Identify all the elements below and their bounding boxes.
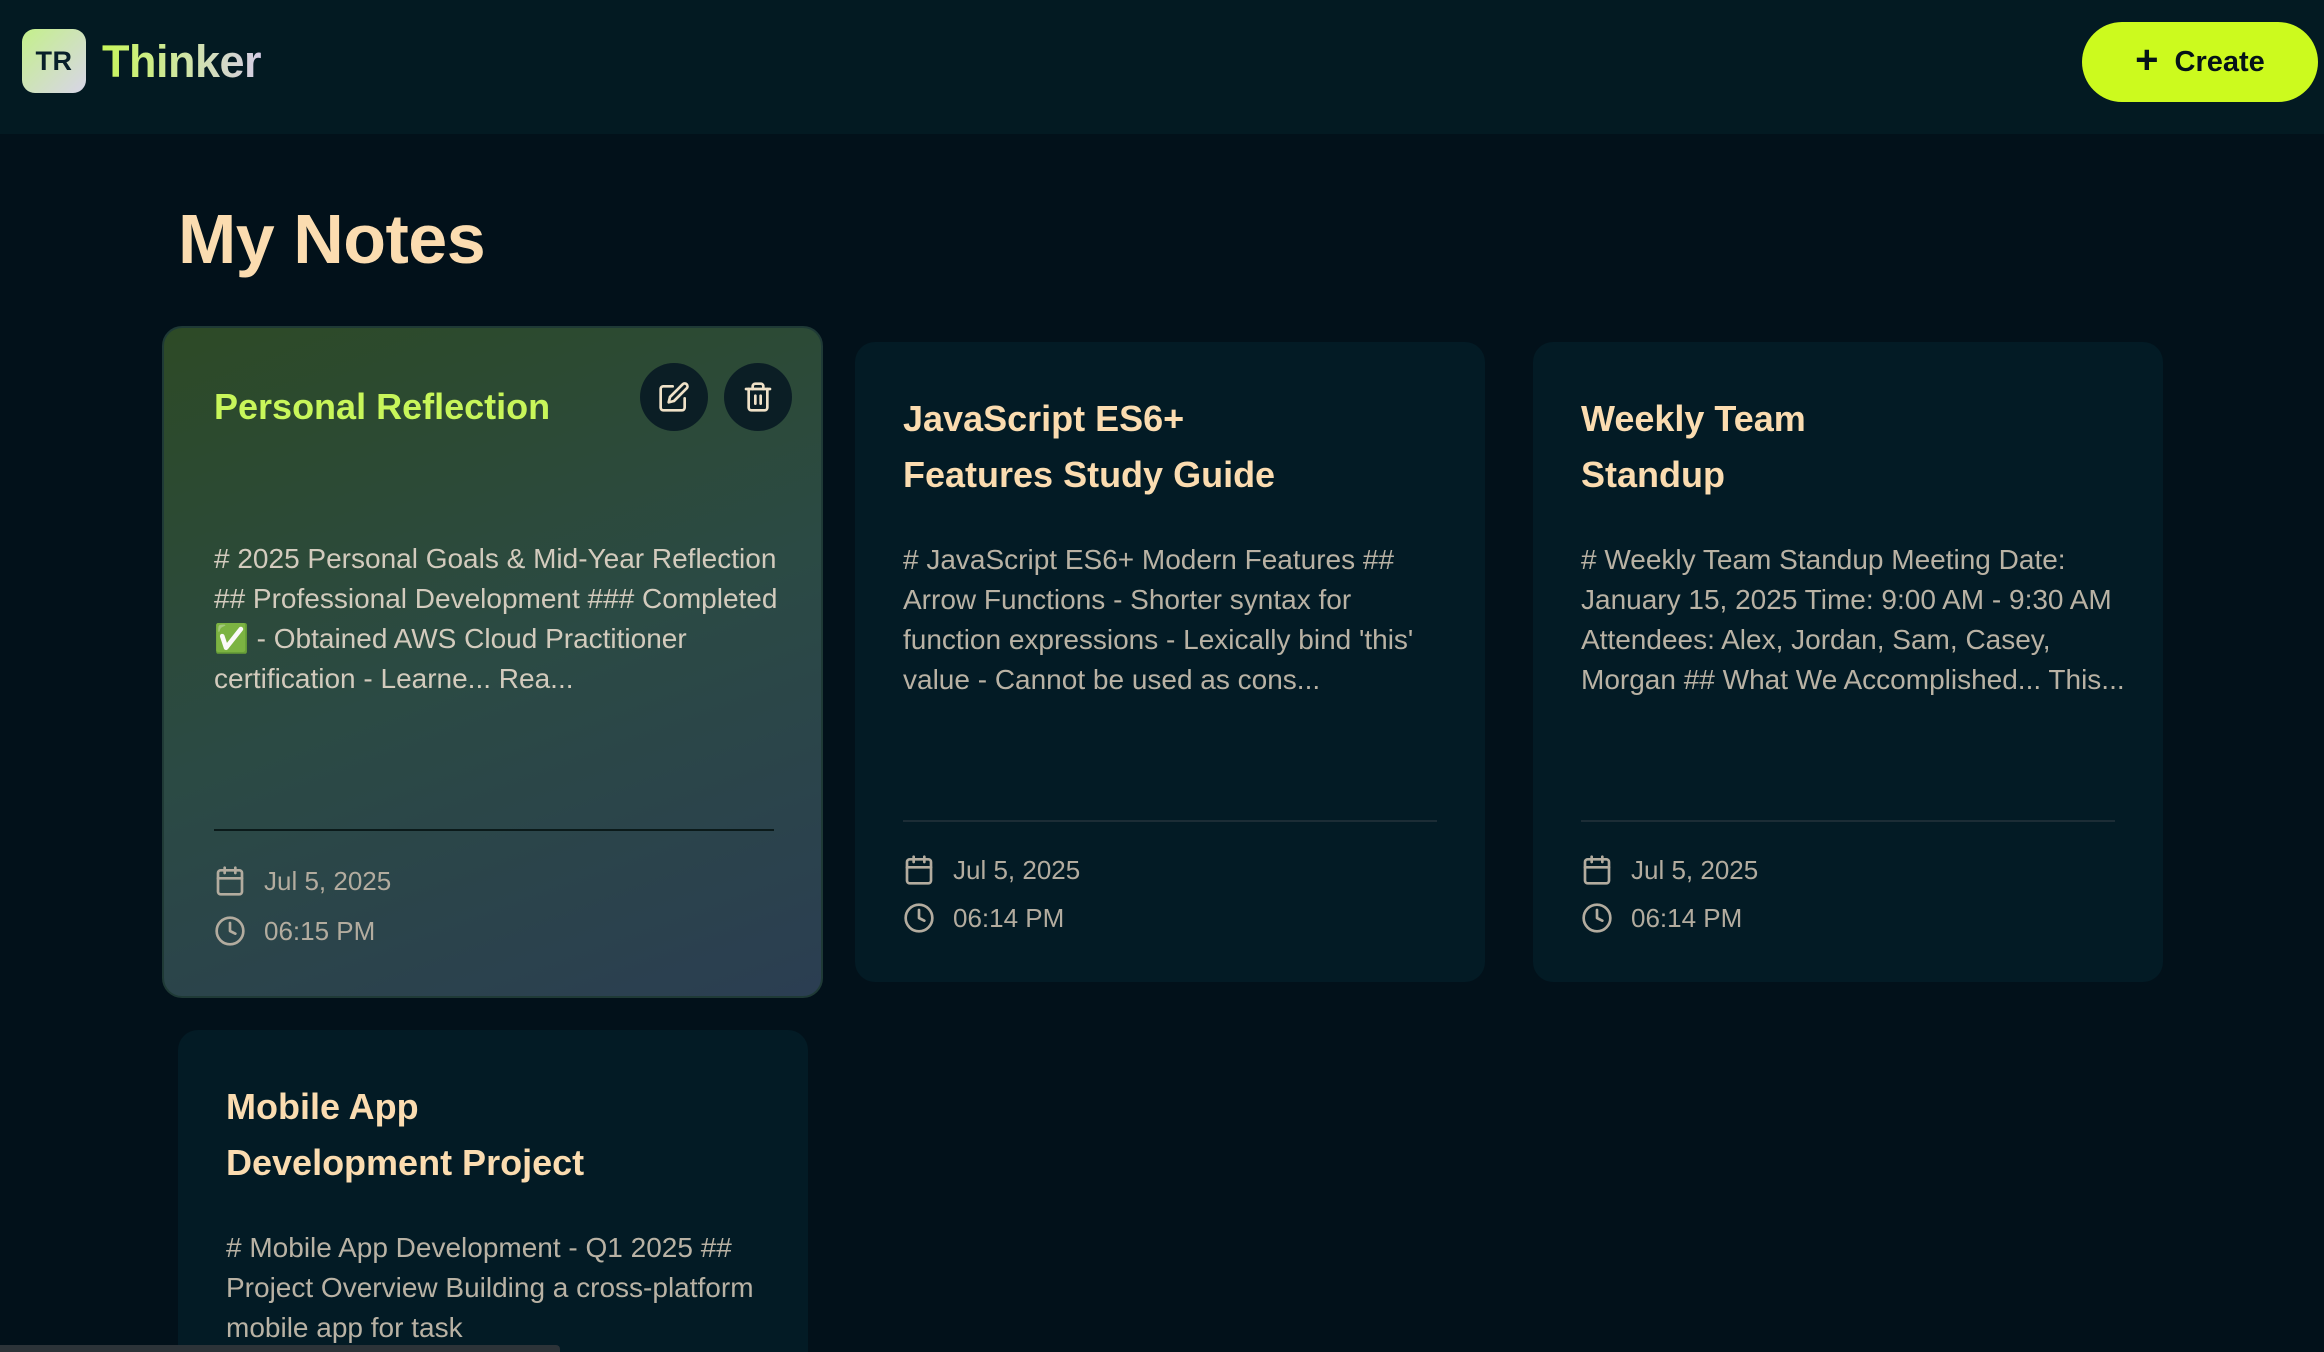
- delete-button[interactable]: [724, 363, 792, 431]
- clock-icon: [904, 903, 934, 933]
- note-time: 06:14 PM: [903, 902, 1064, 934]
- note-date: Jul 5, 2025: [214, 865, 391, 897]
- create-button[interactable]: + Create: [2082, 22, 2318, 102]
- note-title: Personal Reflection: [214, 386, 551, 427]
- note-title-line: JavaScript ES6+: [903, 398, 1185, 439]
- app-name[interactable]: Thinker: [102, 34, 262, 90]
- calendar-icon: [1583, 855, 1611, 885]
- logo-badge[interactable]: TR: [22, 29, 86, 93]
- note-time-text: 06:15 PM: [264, 915, 376, 946]
- calendar-icon: [216, 866, 244, 896]
- note-title: Weekly Team Standup: [1581, 391, 1806, 503]
- trash-icon: [744, 382, 772, 412]
- edit-button[interactable]: [640, 363, 708, 431]
- create-button-label: Create: [2174, 45, 2265, 78]
- note-title-line: Development Project: [226, 1142, 585, 1183]
- edit-icon: [659, 382, 689, 412]
- note-time-text: 06:14 PM: [953, 902, 1065, 933]
- note-title-line: Features Study Guide: [903, 454, 1276, 495]
- note-excerpt: # 2025 Personal Goals & Mid-Year Reflect…: [214, 543, 778, 694]
- card-divider: [1581, 820, 2115, 822]
- page-title: My Notes: [178, 200, 486, 278]
- top-header: TR Thinker + Create: [0, 0, 2324, 134]
- note-time: 06:15 PM: [214, 915, 375, 947]
- calendar-icon: [905, 855, 933, 885]
- note-title-line: Mobile App: [226, 1086, 419, 1127]
- note-excerpt: # Mobile App Development - Q1 2025 ## Pr…: [226, 1232, 754, 1343]
- note-card[interactable]: Weekly Team Standup # Weekly Team Standu…: [1533, 342, 2163, 982]
- clock-icon: [215, 916, 245, 946]
- note-date-text: Jul 5, 2025: [953, 854, 1081, 885]
- card-divider: [214, 829, 774, 831]
- note-title: Mobile App Development Project: [226, 1079, 584, 1191]
- note-title-line: Weekly Team: [1581, 398, 1806, 439]
- note-excerpt: # Weekly Team Standup Meeting Date: Janu…: [1581, 544, 2125, 695]
- horizontal-scrollbar[interactable]: [0, 1345, 560, 1352]
- note-card[interactable]: JavaScript ES6+ Features Study Guide # J…: [855, 342, 1485, 982]
- note-date-text: Jul 5, 2025: [1631, 854, 1759, 885]
- note-title-line: Standup: [1581, 454, 1725, 495]
- note-excerpt: # JavaScript ES6+ Modern Features ## Arr…: [903, 544, 1414, 695]
- note-date: Jul 5, 2025: [1581, 854, 1758, 886]
- plus-icon: +: [2135, 38, 2159, 82]
- card-divider: [903, 820, 1437, 822]
- note-card[interactable]: Mobile App Development Project # Mobile …: [178, 1030, 808, 1352]
- note-title: JavaScript ES6+ Features Study Guide: [903, 391, 1275, 503]
- note-time: 06:14 PM: [1581, 902, 1742, 934]
- note-date: Jul 5, 2025: [903, 854, 1080, 886]
- clock-icon: [1582, 903, 1612, 933]
- note-time-text: 06:14 PM: [1631, 902, 1743, 933]
- note-card[interactable]: Personal Reflection # 2025 Personal Goal…: [162, 326, 823, 998]
- note-date-text: Jul 5, 2025: [264, 865, 392, 896]
